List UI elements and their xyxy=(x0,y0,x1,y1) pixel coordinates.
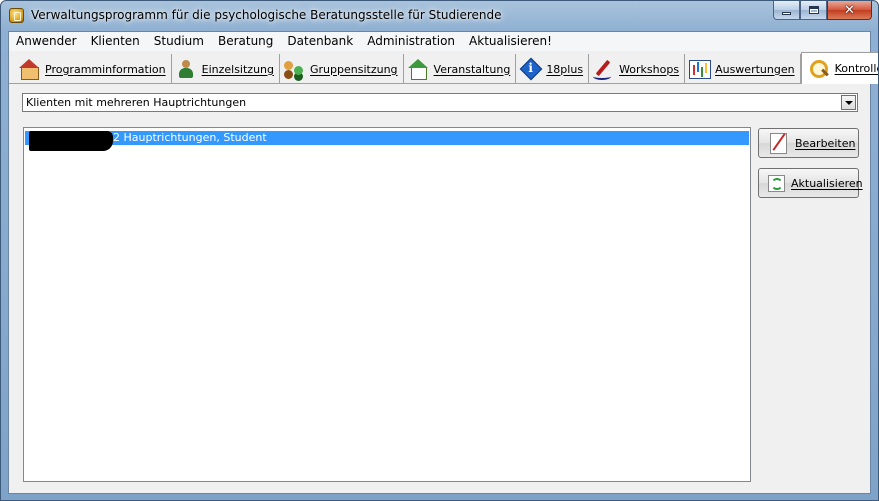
menu-aktualisieren[interactable]: Aktualisieren! xyxy=(462,32,559,51)
magnifier-icon xyxy=(808,58,830,80)
maximize-button[interactable] xyxy=(800,1,827,20)
tab-programminformation[interactable]: Programminformation xyxy=(15,54,172,84)
refresh-button[interactable]: Aktualisieren xyxy=(758,168,863,198)
house-icon xyxy=(18,58,40,80)
info-icon xyxy=(519,58,541,80)
kontrolle-panel: Klienten mit mehreren Hauptrichtungen 2 … xyxy=(10,84,869,493)
title-bar[interactable]: Verwaltungsprogramm für die psychologisc… xyxy=(1,1,878,31)
app-window: Verwaltungsprogramm für die psychologisc… xyxy=(0,0,879,501)
pen-icon xyxy=(592,58,614,80)
list-item-text: 2 Hauptrichtungen, Student xyxy=(113,131,267,144)
menu-studium[interactable]: Studium xyxy=(147,32,211,51)
caption-buttons: ✕ xyxy=(773,1,872,21)
edit-button[interactable]: Bearbeiten xyxy=(758,128,859,158)
menu-beratung[interactable]: Beratung xyxy=(211,32,280,51)
menu-anwender[interactable]: Anwender xyxy=(9,32,84,51)
chart-icon xyxy=(688,58,712,80)
menu-bar: Anwender Klienten Studium Beratung Daten… xyxy=(9,32,870,51)
app-icon[interactable] xyxy=(9,8,24,23)
tab-kontrolle[interactable]: Kontrolle xyxy=(800,52,879,84)
filter-dropdown-value: Klienten mit mehreren Hauptrichtungen xyxy=(26,96,247,109)
menu-datenbank[interactable]: Datenbank xyxy=(280,32,360,51)
event-house-icon xyxy=(407,58,429,80)
tab-label: Veranstaltung xyxy=(433,62,511,76)
menu-administration[interactable]: Administration xyxy=(360,32,462,51)
minimize-icon xyxy=(782,11,791,15)
list-item[interactable]: 2 Hauptrichtungen, Student xyxy=(25,131,749,151)
tab-18plus[interactable]: 18plus xyxy=(516,54,590,84)
tab-veranstaltung[interactable]: Veranstaltung xyxy=(404,54,517,84)
redaction-mark xyxy=(29,131,113,151)
tab-label: Workshops xyxy=(619,62,680,76)
tab-label: Einzelsitzung xyxy=(201,62,275,76)
tab-label: Programminformation xyxy=(45,62,166,76)
tab-row: Programminformation Einzelsitzung Gruppe… xyxy=(15,52,879,84)
tab-strip: Programminformation Einzelsitzung Gruppe… xyxy=(9,52,878,84)
group-icon xyxy=(283,58,305,80)
close-icon: ✕ xyxy=(844,2,855,18)
minimize-button[interactable] xyxy=(773,1,800,20)
tab-label: Gruppensitzung xyxy=(310,62,398,76)
edit-button-label: Bearbeiten xyxy=(795,136,856,150)
tab-label: 18plus xyxy=(546,62,584,76)
client-area: Anwender Klienten Studium Beratung Daten… xyxy=(8,31,878,494)
menu-klienten[interactable]: Klienten xyxy=(84,32,147,51)
tab-workshops[interactable]: Workshops xyxy=(589,54,686,84)
edit-document-icon xyxy=(767,132,789,154)
results-list[interactable]: 2 Hauptrichtungen, Student xyxy=(23,127,751,482)
close-button[interactable]: ✕ xyxy=(827,1,872,20)
maximize-icon xyxy=(808,6,819,14)
filter-dropdown[interactable]: Klienten mit mehreren Hauptrichtungen xyxy=(22,93,858,112)
tab-einzelsitzung[interactable]: Einzelsitzung xyxy=(172,54,281,84)
tab-label: Kontrolle xyxy=(834,62,879,75)
tab-gruppensitzung[interactable]: Gruppensitzung xyxy=(280,54,404,84)
tab-auswertungen[interactable]: Auswertungen xyxy=(685,54,801,84)
refresh-button-label: Aktualisieren xyxy=(791,176,863,190)
tab-label: Auswertungen xyxy=(715,62,795,76)
refresh-icon xyxy=(767,174,785,192)
person-icon xyxy=(175,58,197,80)
window-title: Verwaltungsprogramm für die psychologisc… xyxy=(31,8,502,22)
chevron-down-icon[interactable] xyxy=(841,95,856,110)
